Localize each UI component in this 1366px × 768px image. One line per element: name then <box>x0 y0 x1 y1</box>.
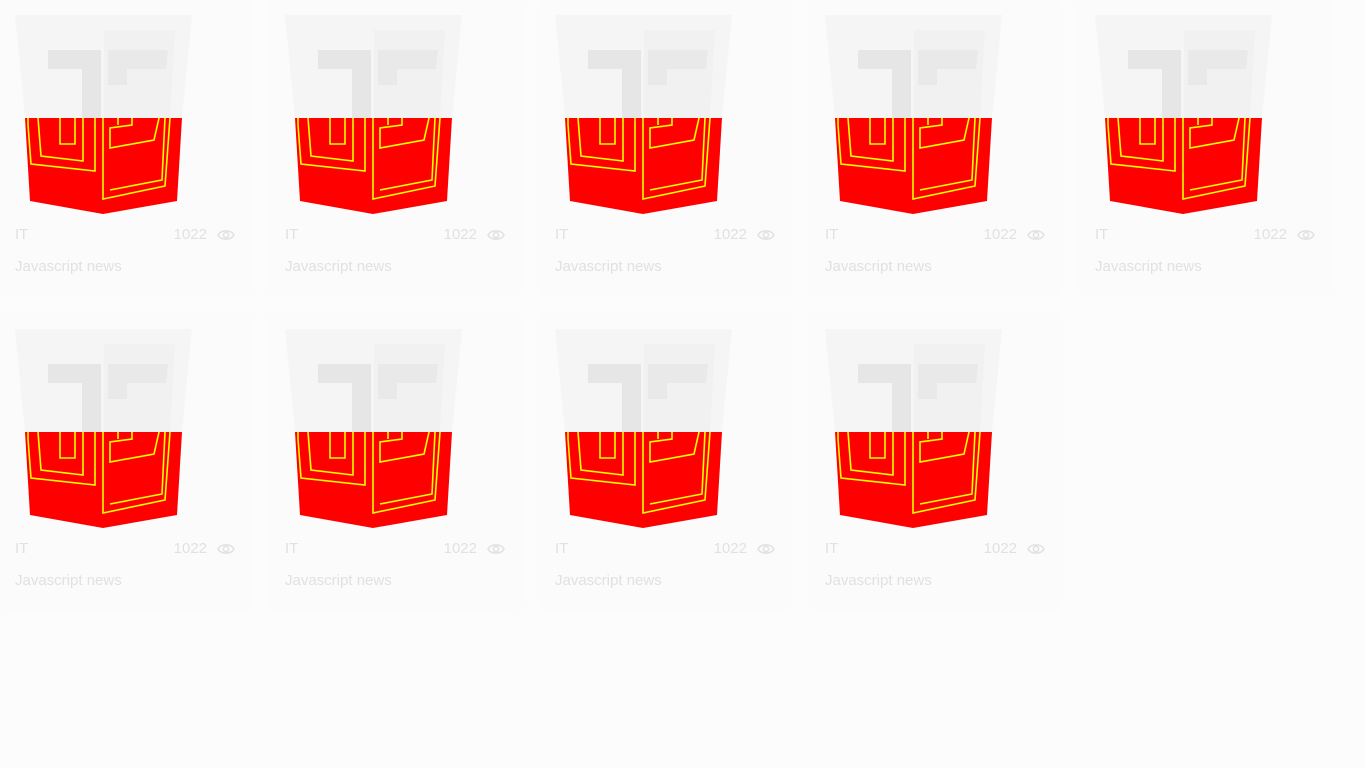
card-title[interactable]: Javascript news <box>15 572 122 589</box>
card-meta: IT 1022 <box>15 540 235 558</box>
card-title[interactable]: Javascript news <box>555 258 662 275</box>
news-card-5[interactable]: IT 1022 Javascript news <box>1080 0 1330 294</box>
news-card-4[interactable]: IT 1022 Javascript news <box>810 0 1060 294</box>
eye-icon <box>217 230 235 240</box>
eye-icon <box>757 230 775 240</box>
news-card-2[interactable]: IT 1022 Javascript news <box>270 0 520 294</box>
view-count: 1022 <box>443 226 477 243</box>
eye-icon <box>1297 230 1315 240</box>
js-shield-logo <box>555 15 732 215</box>
js-shield-logo <box>285 329 462 529</box>
view-count: 1022 <box>173 540 207 557</box>
eye-icon <box>487 544 505 554</box>
js-shield-logo <box>285 15 462 215</box>
card-meta: IT 1022 <box>1095 226 1315 244</box>
news-card-6[interactable]: IT 1022 Javascript news <box>0 314 250 608</box>
news-card-3[interactable]: IT 1022 Javascript news <box>540 0 790 294</box>
js-shield-logo <box>15 329 192 529</box>
view-count: 1022 <box>1253 226 1287 243</box>
card-title[interactable]: Javascript news <box>285 258 392 275</box>
eye-icon <box>217 544 235 554</box>
js-shield-logo <box>555 329 732 529</box>
news-card-1[interactable]: IT 1022 Javascript news <box>0 0 250 294</box>
js-shield-logo <box>1095 15 1272 215</box>
card-title[interactable]: Javascript news <box>825 572 932 589</box>
view-count: 1022 <box>713 540 747 557</box>
card-meta: IT 1022 <box>825 226 1045 244</box>
eye-icon <box>757 544 775 554</box>
news-card-7[interactable]: IT 1022 Javascript news <box>270 314 520 608</box>
card-meta: IT 1022 <box>285 226 505 244</box>
card-title[interactable]: Javascript news <box>15 258 122 275</box>
category-label: IT <box>15 540 29 557</box>
card-meta: IT 1022 <box>15 226 235 244</box>
js-shield-logo <box>15 15 192 215</box>
eye-icon <box>1027 230 1045 240</box>
news-card-9[interactable]: IT 1022 Javascript news <box>810 314 1060 608</box>
category-label: IT <box>825 226 839 243</box>
card-title[interactable]: Javascript news <box>1095 258 1202 275</box>
card-meta: IT 1022 <box>555 540 775 558</box>
js-shield-logo <box>825 329 1002 529</box>
news-card-8[interactable]: IT 1022 Javascript news <box>540 314 790 608</box>
card-title[interactable]: Javascript news <box>285 572 392 589</box>
category-label: IT <box>285 540 299 557</box>
category-label: IT <box>825 540 839 557</box>
category-label: IT <box>1095 226 1109 243</box>
card-meta: IT 1022 <box>285 540 505 558</box>
eye-icon <box>1027 544 1045 554</box>
view-count: 1022 <box>713 226 747 243</box>
view-count: 1022 <box>983 540 1017 557</box>
card-title[interactable]: Javascript news <box>555 572 662 589</box>
eye-icon <box>487 230 505 240</box>
card-title[interactable]: Javascript news <box>825 258 932 275</box>
view-count: 1022 <box>173 226 207 243</box>
card-meta: IT 1022 <box>825 540 1045 558</box>
category-label: IT <box>15 226 29 243</box>
js-shield-logo <box>825 15 1002 215</box>
category-label: IT <box>555 226 569 243</box>
category-label: IT <box>285 226 299 243</box>
view-count: 1022 <box>443 540 477 557</box>
view-count: 1022 <box>983 226 1017 243</box>
card-meta: IT 1022 <box>555 226 775 244</box>
category-label: IT <box>555 540 569 557</box>
